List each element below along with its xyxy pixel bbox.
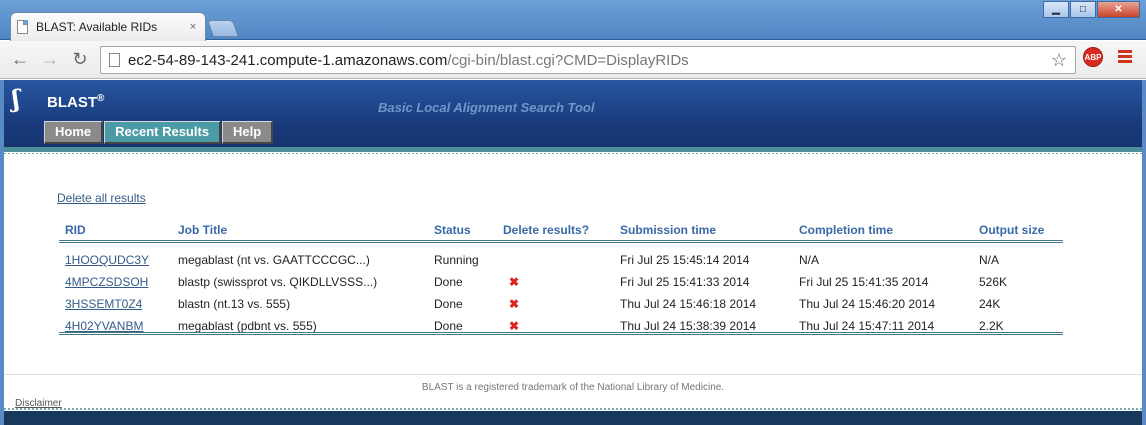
- output-size: 526K: [979, 275, 1008, 289]
- browser-tab[interactable]: BLAST: Available RIDs ×: [10, 12, 206, 41]
- delete-x-icon[interactable]: ✖: [503, 275, 519, 289]
- new-tab-button[interactable]: [206, 20, 240, 37]
- site-title-text: BLAST: [47, 94, 97, 111]
- adblock-plus-icon[interactable]: ABP: [1083, 47, 1103, 67]
- nav-tab-help[interactable]: Help: [222, 121, 274, 144]
- site-tagline: Basic Local Alignment Search Tool: [378, 100, 595, 115]
- browser-toolbar: ← → ↻ ec2-54-89-143-241.compute-1.amazon…: [0, 41, 1146, 79]
- tab-close-icon[interactable]: ×: [187, 21, 199, 33]
- delete-all-results-link[interactable]: Delete all results: [57, 191, 146, 205]
- completion-time: Fri Jul 25 15:41:35 2014: [799, 275, 929, 289]
- delete-x-icon: [503, 253, 509, 267]
- back-arrow-icon[interactable]: ←: [8, 49, 32, 70]
- output-size: 24K: [979, 297, 1001, 311]
- dna-helix-icon: ʃ: [12, 84, 20, 113]
- column-header-delete: Delete results?: [497, 221, 614, 242]
- main-nav: Home Recent Results Help: [44, 121, 274, 144]
- registered-mark: ®: [97, 93, 105, 104]
- rid-link[interactable]: 4MPCZSDSOH: [59, 271, 172, 293]
- reload-icon[interactable]: ↻: [68, 49, 92, 70]
- maximize-button[interactable]: □: [1070, 1, 1096, 18]
- footer-band: [4, 411, 1142, 425]
- job-status: Done: [434, 297, 463, 311]
- job-title: megablast (nt vs. GAATTCCCGC...): [178, 253, 370, 267]
- main-content: Delete all results RID Job Title Status …: [4, 154, 1142, 414]
- column-header-job-title: Job Title: [172, 221, 428, 242]
- rid-link[interactable]: 1HOOQUDC3Y: [59, 249, 172, 271]
- page-icon: [17, 20, 28, 34]
- page-icon: [109, 53, 120, 67]
- blast-header: ʃ BLAST® Basic Local Alignment Search To…: [4, 80, 1142, 147]
- completion-time: Thu Jul 24 15:46:20 2014: [799, 297, 936, 311]
- submission-time: Fri Jul 25 15:41:33 2014: [620, 275, 750, 289]
- bookmark-star-icon[interactable]: ☆: [1051, 50, 1067, 71]
- forward-arrow-icon[interactable]: →: [38, 49, 62, 70]
- column-header-submission-time: Submission time: [614, 221, 793, 242]
- results-table: RID Job Title Status Delete results? Sub…: [59, 221, 1063, 337]
- url-text: ec2-54-89-143-241.compute-1.amazonaws.co…: [128, 52, 689, 69]
- completion-time: N/A: [799, 253, 820, 267]
- url-path: /cgi-bin/blast.cgi?CMD=DisplayRIDs: [447, 51, 689, 69]
- nav-tab-home[interactable]: Home: [44, 121, 104, 144]
- table-row: 1HOOQUDC3Y megablast (nt vs. GAATTCCCGC.…: [59, 249, 1063, 271]
- delete-cell: [497, 249, 614, 271]
- window-controls: ▁ □ ✕: [1042, 1, 1140, 18]
- submission-time: Thu Jul 24 15:46:18 2014: [620, 297, 757, 311]
- job-status: Running: [434, 253, 479, 267]
- delete-x-icon[interactable]: ✖: [503, 319, 519, 333]
- close-window-button[interactable]: ✕: [1097, 1, 1140, 18]
- delete-cell: ✖: [497, 271, 614, 293]
- delete-x-icon[interactable]: ✖: [503, 297, 519, 311]
- minimize-button[interactable]: ▁: [1043, 1, 1069, 18]
- tab-title: BLAST: Available RIDs: [36, 20, 158, 34]
- footer-dotted-rule: [4, 408, 1142, 410]
- site-title[interactable]: BLAST®: [47, 93, 104, 111]
- table-bottom-rule: [59, 332, 1063, 335]
- url-host: ec2-54-89-143-241.compute-1.amazonaws.co…: [128, 51, 448, 69]
- column-header-rid: RID: [59, 221, 172, 242]
- table-header-row: RID Job Title Status Delete results? Sub…: [59, 221, 1063, 242]
- address-bar[interactable]: ec2-54-89-143-241.compute-1.amazonaws.co…: [100, 46, 1076, 74]
- column-header-status: Status: [428, 221, 497, 242]
- nav-tab-recent-results[interactable]: Recent Results: [104, 121, 222, 144]
- window-border-right: [1142, 80, 1146, 425]
- header-divider: [4, 147, 1142, 152]
- rid-link[interactable]: 3HSSEMT0Z4: [59, 293, 172, 315]
- footer-divider: [4, 374, 1142, 375]
- column-header-completion-time: Completion time: [793, 221, 973, 242]
- delete-cell: ✖: [497, 293, 614, 315]
- browser-titlebar: BLAST: Available RIDs × ▁ □ ✕: [0, 0, 1146, 41]
- output-size: N/A: [979, 253, 1000, 267]
- trademark-notice: BLAST is a registered trademark of the N…: [421, 382, 725, 393]
- job-title: blastn (nt.13 vs. 555): [178, 297, 291, 311]
- table-row: 3HSSEMT0Z4 blastn (nt.13 vs. 555) Done ✖…: [59, 293, 1063, 315]
- table-row: 4MPCZSDSOH blastp (swissprot vs. QIKDLLV…: [59, 271, 1063, 293]
- job-status: Done: [434, 275, 463, 289]
- column-header-output-size: Output size: [973, 221, 1063, 242]
- submission-time: Fri Jul 25 15:45:14 2014: [620, 253, 750, 267]
- table-header-rule: [59, 240, 1063, 243]
- hamburger-menu-icon[interactable]: [1118, 50, 1132, 65]
- job-title: blastp (swissprot vs. QIKDLLVSSS...): [178, 275, 378, 289]
